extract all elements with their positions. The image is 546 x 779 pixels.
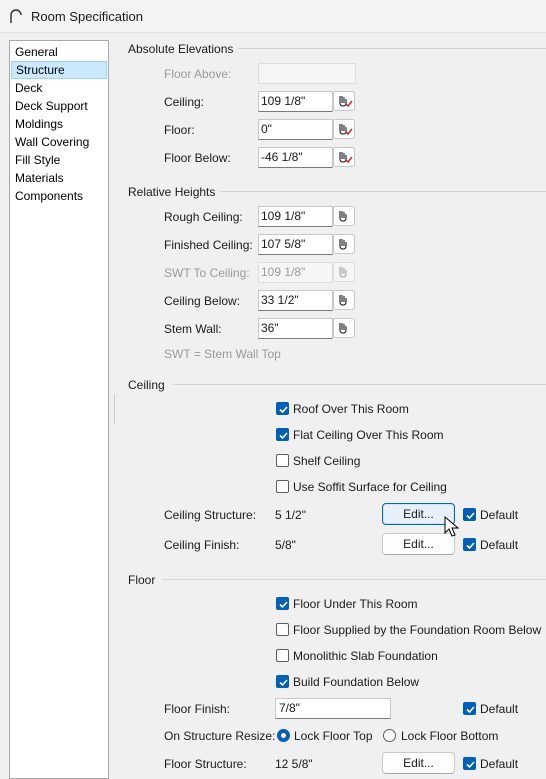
stem-wall-field[interactable]: 36"	[258, 318, 333, 339]
lock-floor-top-radio[interactable]	[277, 729, 290, 742]
floor-elevation-field[interactable]: 0"	[258, 119, 333, 140]
ceiling-group-header: Ceiling	[128, 378, 165, 392]
mouse-pointer-icon	[444, 516, 460, 537]
stem-wall-label: Stem Wall:	[164, 322, 222, 336]
eyedropper-picker-icon	[333, 262, 355, 282]
monolithic-slab-label[interactable]: Monolithic Slab Foundation	[293, 649, 438, 663]
nav-item-wall-covering[interactable]: Wall Covering	[11, 133, 107, 151]
floor-group-header: Floor	[128, 573, 156, 587]
roof-over-room-checkbox[interactable]	[276, 402, 289, 415]
floor-below-elevation-field[interactable]: -46 1/8"	[258, 147, 333, 168]
floor-supplied-by-foundation-label[interactable]: Floor Supplied by the Foundation Room Be…	[293, 623, 541, 637]
floor-under-room-checkbox[interactable]	[276, 597, 289, 610]
build-foundation-checkbox[interactable]	[276, 675, 289, 688]
group-divider	[238, 48, 546, 49]
structure-resize-label: On Structure Resize:	[164, 729, 276, 743]
floor-above-label: Floor Above:	[164, 67, 232, 81]
floor-finish-field[interactable]: 7/8"	[275, 698, 391, 719]
nav-item-components[interactable]: Components	[11, 187, 107, 205]
floor-under-room-label[interactable]: Floor Under This Room	[293, 597, 418, 611]
group-divider	[173, 384, 546, 385]
shelf-ceiling-label[interactable]: Shelf Ceiling	[293, 454, 360, 468]
flat-ceiling-label[interactable]: Flat Ceiling Over This Room	[293, 428, 444, 442]
monolithic-slab-checkbox[interactable]	[276, 649, 289, 662]
swt-to-ceiling-field: 109 1/8"	[258, 262, 333, 283]
category-list[interactable]: General Structure Deck Deck Support Mold…	[9, 40, 109, 779]
build-foundation-label[interactable]: Build Foundation Below	[293, 675, 419, 689]
rough-ceiling-label: Rough Ceiling:	[164, 210, 243, 224]
nav-item-deck[interactable]: Deck	[11, 79, 107, 97]
relative-heights-header: Relative Heights	[128, 185, 216, 199]
ceiling-elevation-label: Ceiling:	[164, 95, 205, 109]
finished-ceiling-label: Finished Ceiling:	[164, 238, 253, 252]
floor-structure-default-checkbox[interactable]	[463, 757, 476, 770]
eyedropper-picker-icon[interactable]	[333, 91, 355, 111]
eyedropper-picker-icon[interactable]	[333, 147, 355, 167]
nav-item-general[interactable]: General	[11, 43, 107, 61]
ceiling-structure-default-label[interactable]: Default	[480, 508, 518, 522]
eyedropper-picker-icon[interactable]	[333, 119, 355, 139]
eyedropper-picker-icon[interactable]	[333, 206, 355, 226]
ceiling-structure-default-checkbox[interactable]	[463, 508, 476, 521]
nav-item-structure[interactable]: Structure	[11, 61, 107, 79]
soffit-surface-label[interactable]: Use Soffit Surface for Ceiling	[293, 480, 447, 494]
floor-structure-label: Floor Structure:	[164, 757, 247, 771]
floor-finish-default-label[interactable]: Default	[480, 702, 518, 716]
window-title: Room Specification	[31, 9, 143, 24]
nav-item-fill-style[interactable]: Fill Style	[11, 151, 107, 169]
eyedropper-picker-icon[interactable]	[333, 318, 355, 338]
ceiling-finish-default-checkbox[interactable]	[463, 538, 476, 551]
group-divider	[220, 191, 546, 192]
eyedropper-picker-icon[interactable]	[333, 290, 355, 310]
nav-item-deck-support[interactable]: Deck Support	[11, 97, 107, 115]
swt-to-ceiling-label: SWT To Ceiling:	[164, 266, 250, 280]
floor-finish-default-checkbox[interactable]	[463, 702, 476, 715]
floor-structure-default-label[interactable]: Default	[480, 757, 518, 771]
panel-splitter[interactable]	[112, 384, 117, 434]
ceiling-elevation-field[interactable]: 109 1/8"	[258, 91, 333, 112]
lock-floor-bottom-radio[interactable]	[383, 729, 396, 742]
floor-finish-label: Floor Finish:	[164, 702, 231, 716]
ceiling-below-field[interactable]: 33 1/2"	[258, 290, 333, 311]
floor-elevation-label: Floor:	[164, 123, 195, 137]
group-divider	[162, 579, 546, 580]
lock-floor-top-label[interactable]: Lock Floor Top	[294, 729, 373, 743]
floor-supplied-by-foundation-checkbox[interactable]	[276, 623, 289, 636]
ceiling-structure-value: 5 1/2"	[275, 508, 306, 522]
absolute-elevations-header: Absolute Elevations	[128, 42, 234, 56]
rough-ceiling-field[interactable]: 109 1/8"	[258, 206, 333, 227]
nav-item-moldings[interactable]: Moldings	[11, 115, 107, 133]
floor-structure-edit-button[interactable]: Edit...	[382, 752, 455, 774]
arch-icon	[10, 9, 22, 23]
shelf-ceiling-checkbox[interactable]	[276, 454, 289, 467]
floor-below-elevation-label: Floor Below:	[164, 151, 231, 165]
floor-structure-value: 12 5/8"	[275, 757, 313, 771]
floor-above-field	[258, 63, 356, 84]
nav-item-materials[interactable]: Materials	[11, 169, 107, 187]
ceiling-finish-label: Ceiling Finish:	[164, 538, 240, 552]
ceiling-finish-value: 5/8"	[275, 538, 296, 552]
ceiling-structure-label: Ceiling Structure:	[164, 508, 257, 522]
title-bar: Room Specification	[0, 0, 546, 33]
ceiling-below-label: Ceiling Below:	[164, 294, 241, 308]
flat-ceiling-checkbox[interactable]	[276, 428, 289, 441]
lock-floor-bottom-label[interactable]: Lock Floor Bottom	[401, 729, 498, 743]
eyedropper-picker-icon[interactable]	[333, 234, 355, 254]
ceiling-finish-default-label[interactable]: Default	[480, 538, 518, 552]
finished-ceiling-field[interactable]: 107 5/8"	[258, 234, 333, 255]
swt-note: SWT = Stem Wall Top	[164, 347, 281, 361]
roof-over-room-label[interactable]: Roof Over This Room	[293, 402, 409, 416]
soffit-surface-checkbox[interactable]	[276, 480, 289, 493]
